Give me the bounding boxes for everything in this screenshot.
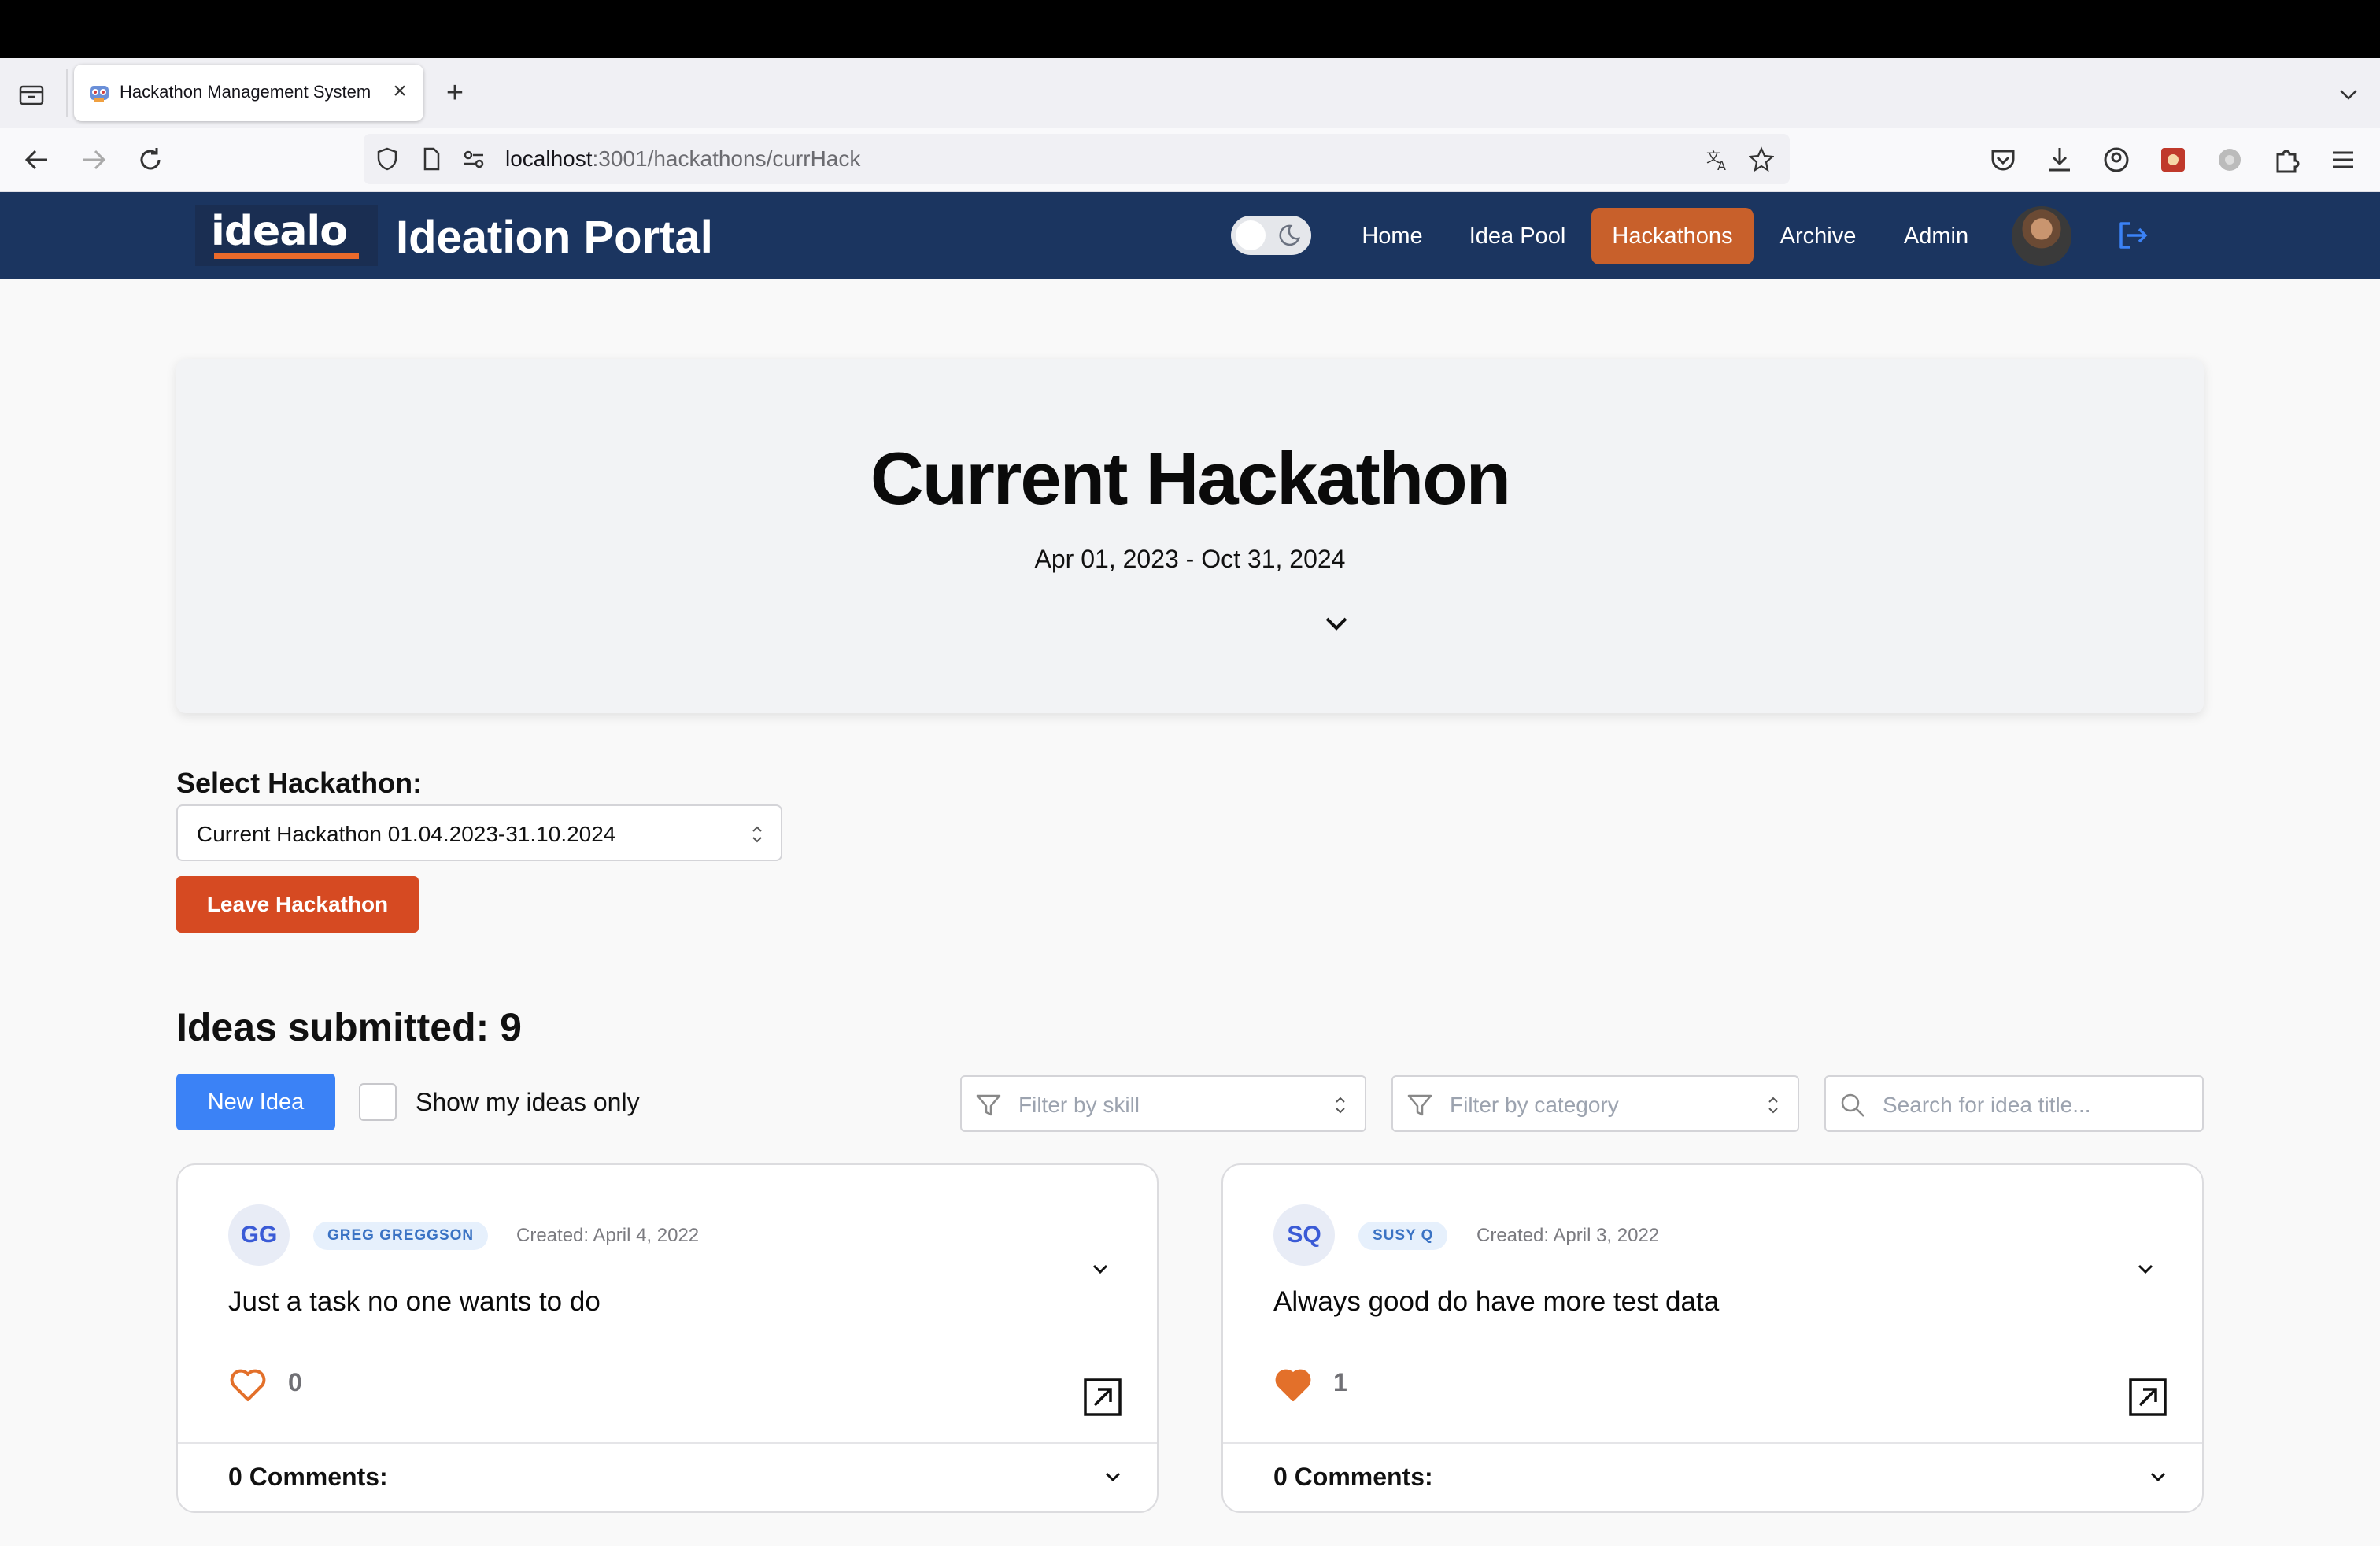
download-icon[interactable] (2043, 143, 2076, 176)
like-count: 1 (1333, 1368, 1347, 1396)
moon-icon (1279, 224, 1300, 246)
back-arrow-icon[interactable] (20, 143, 54, 176)
open-idea-icon[interactable] (2128, 1378, 2168, 1417)
permissions-icon[interactable] (461, 146, 486, 172)
author-badge: SUSY Q (1358, 1222, 1448, 1250)
app-header: idealo Ideation Portal Home Idea Pool Ha… (0, 192, 2380, 279)
author-initials-avatar: SQ (1273, 1204, 1335, 1266)
idea-card[interactable]: SQ SUSY Q Created: April 3, 2022 Always … (1221, 1163, 2204, 1513)
extension-red-icon[interactable] (2156, 143, 2190, 176)
select-arrows-icon (1768, 1097, 1778, 1114)
dark-mode-toggle[interactable] (1231, 216, 1311, 255)
leave-hackathon-button[interactable]: Leave Hackathon (176, 876, 419, 933)
translate-icon[interactable]: 文 A (1705, 146, 1730, 172)
chevron-down-icon[interactable] (1321, 608, 1352, 639)
hamburger-menu-icon[interactable] (2326, 143, 2360, 176)
logo-underline (214, 253, 359, 259)
filter-skill-select[interactable]: Filter by skill (960, 1075, 1366, 1132)
search-icon (1841, 1093, 1864, 1117)
toggle-knob (1236, 220, 1266, 250)
show-my-ideas-label[interactable]: Show my ideas only (416, 1088, 640, 1117)
author-badge: GREG GREGGSON (313, 1222, 489, 1250)
idea-title[interactable]: Just a task no one wants to do (228, 1286, 601, 1318)
comments-count[interactable]: 0 Comments: (228, 1463, 388, 1492)
shield-icon[interactable] (375, 146, 400, 172)
nav-admin[interactable]: Admin (1886, 208, 1986, 264)
pocket-icon[interactable] (1986, 143, 2020, 176)
nav-hackathons[interactable]: Hackathons (1591, 208, 1754, 264)
extension-gray-icon[interactable] (2213, 143, 2246, 176)
hero-dates: Apr 01, 2023 - Oct 31, 2024 (1034, 545, 1346, 573)
tab-overview-icon[interactable] (16, 79, 47, 110)
heart-filled-icon[interactable] (1273, 1367, 1313, 1403)
hero-title: Current Hackathon (870, 437, 1511, 520)
hackathon-hero-card: Current Hackathon Apr 01, 2023 - Oct 31,… (176, 359, 2204, 713)
card-divider (178, 1442, 1157, 1444)
nav-idea-pool[interactable]: Idea Pool (1453, 208, 1582, 264)
filter-skill-placeholder: Filter by skill (1018, 1093, 1140, 1117)
hackathon-select-value: Current Hackathon 01.04.2023-31.10.2024 (197, 822, 616, 846)
browser-nav-bar: localhost:3001/hackathons/currHack 文 A (0, 128, 2380, 192)
author-initials-avatar: GG (228, 1204, 290, 1266)
show-my-ideas-checkbox[interactable] (359, 1083, 397, 1121)
funnel-icon (976, 1094, 1001, 1116)
card-divider (1223, 1442, 2202, 1444)
ideas-submitted-heading: Ideas submitted: 9 (176, 1005, 522, 1049)
tab-title: Hackathon Management System (120, 82, 371, 102)
logout-icon[interactable] (2114, 217, 2150, 253)
url-text[interactable]: localhost:3001/hackathons/currHack (505, 146, 860, 172)
funnel-icon (1407, 1094, 1432, 1116)
nav-home[interactable]: Home (1351, 208, 1434, 264)
chevron-down-icon[interactable] (2333, 79, 2364, 110)
idea-card[interactable]: GG GREG GREGGSON Created: April 4, 2022 … (176, 1163, 1159, 1513)
filter-category-select[interactable]: Filter by category (1391, 1075, 1799, 1132)
like-count: 0 (288, 1368, 302, 1396)
browser-tab[interactable]: Hackathon Management System × (74, 65, 423, 121)
new-tab-icon[interactable]: + (438, 76, 472, 110)
select-hackathon-label: Select Hackathon: (176, 767, 423, 799)
user-avatar[interactable] (2012, 206, 2071, 266)
url-bar[interactable]: localhost:3001/hackathons/currHack 文 A (364, 134, 1790, 184)
new-idea-button[interactable]: New Idea (176, 1074, 335, 1130)
idea-title[interactable]: Always good do have more test data (1273, 1286, 1719, 1318)
page-icon[interactable] (419, 146, 444, 172)
comments-count[interactable]: 0 Comments: (1273, 1463, 1433, 1492)
heart-outline-icon[interactable] (228, 1367, 268, 1403)
created-date: Created: April 3, 2022 (1476, 1225, 1660, 1246)
idealo-logo[interactable]: idealo (195, 205, 378, 266)
url-path: :3001/hackathons/currHack (592, 146, 861, 171)
search-idea-input[interactable]: Search for idea title... (1824, 1075, 2204, 1132)
chevron-down-icon[interactable] (2145, 1464, 2171, 1489)
search-placeholder: Search for idea title... (1883, 1093, 2091, 1117)
bookmark-star-icon[interactable] (1749, 146, 1774, 172)
extensions-puzzle-icon[interactable] (2270, 143, 2303, 176)
chevron-down-icon[interactable] (1088, 1256, 1113, 1282)
filter-category-placeholder: Filter by category (1450, 1093, 1619, 1117)
created-date: Created: April 4, 2022 (516, 1225, 700, 1246)
select-arrows-icon (752, 826, 762, 843)
portal-title: Ideation Portal (396, 212, 713, 263)
tab-separator (66, 69, 68, 117)
url-host: localhost (505, 146, 593, 171)
chevron-down-icon[interactable] (1100, 1464, 1125, 1489)
svg-text:A: A (1717, 158, 1726, 172)
hackathon-select[interactable]: Current Hackathon 01.04.2023-31.10.2024 (176, 804, 782, 861)
open-idea-icon[interactable] (1083, 1378, 1122, 1417)
close-tab-icon[interactable]: × (387, 79, 412, 104)
account-icon[interactable] (2100, 143, 2133, 176)
menu-bar-strip (0, 0, 2380, 58)
robot-favicon-icon (90, 86, 109, 102)
forward-arrow-icon[interactable] (77, 143, 110, 176)
browser-tab-bar: Hackathon Management System × + (0, 58, 2380, 128)
chevron-down-icon[interactable] (2133, 1256, 2158, 1282)
select-arrows-icon (1336, 1097, 1345, 1114)
reload-icon[interactable] (134, 143, 167, 176)
nav-archive[interactable]: Archive (1769, 208, 1867, 264)
logo-text: idealo (211, 208, 348, 255)
